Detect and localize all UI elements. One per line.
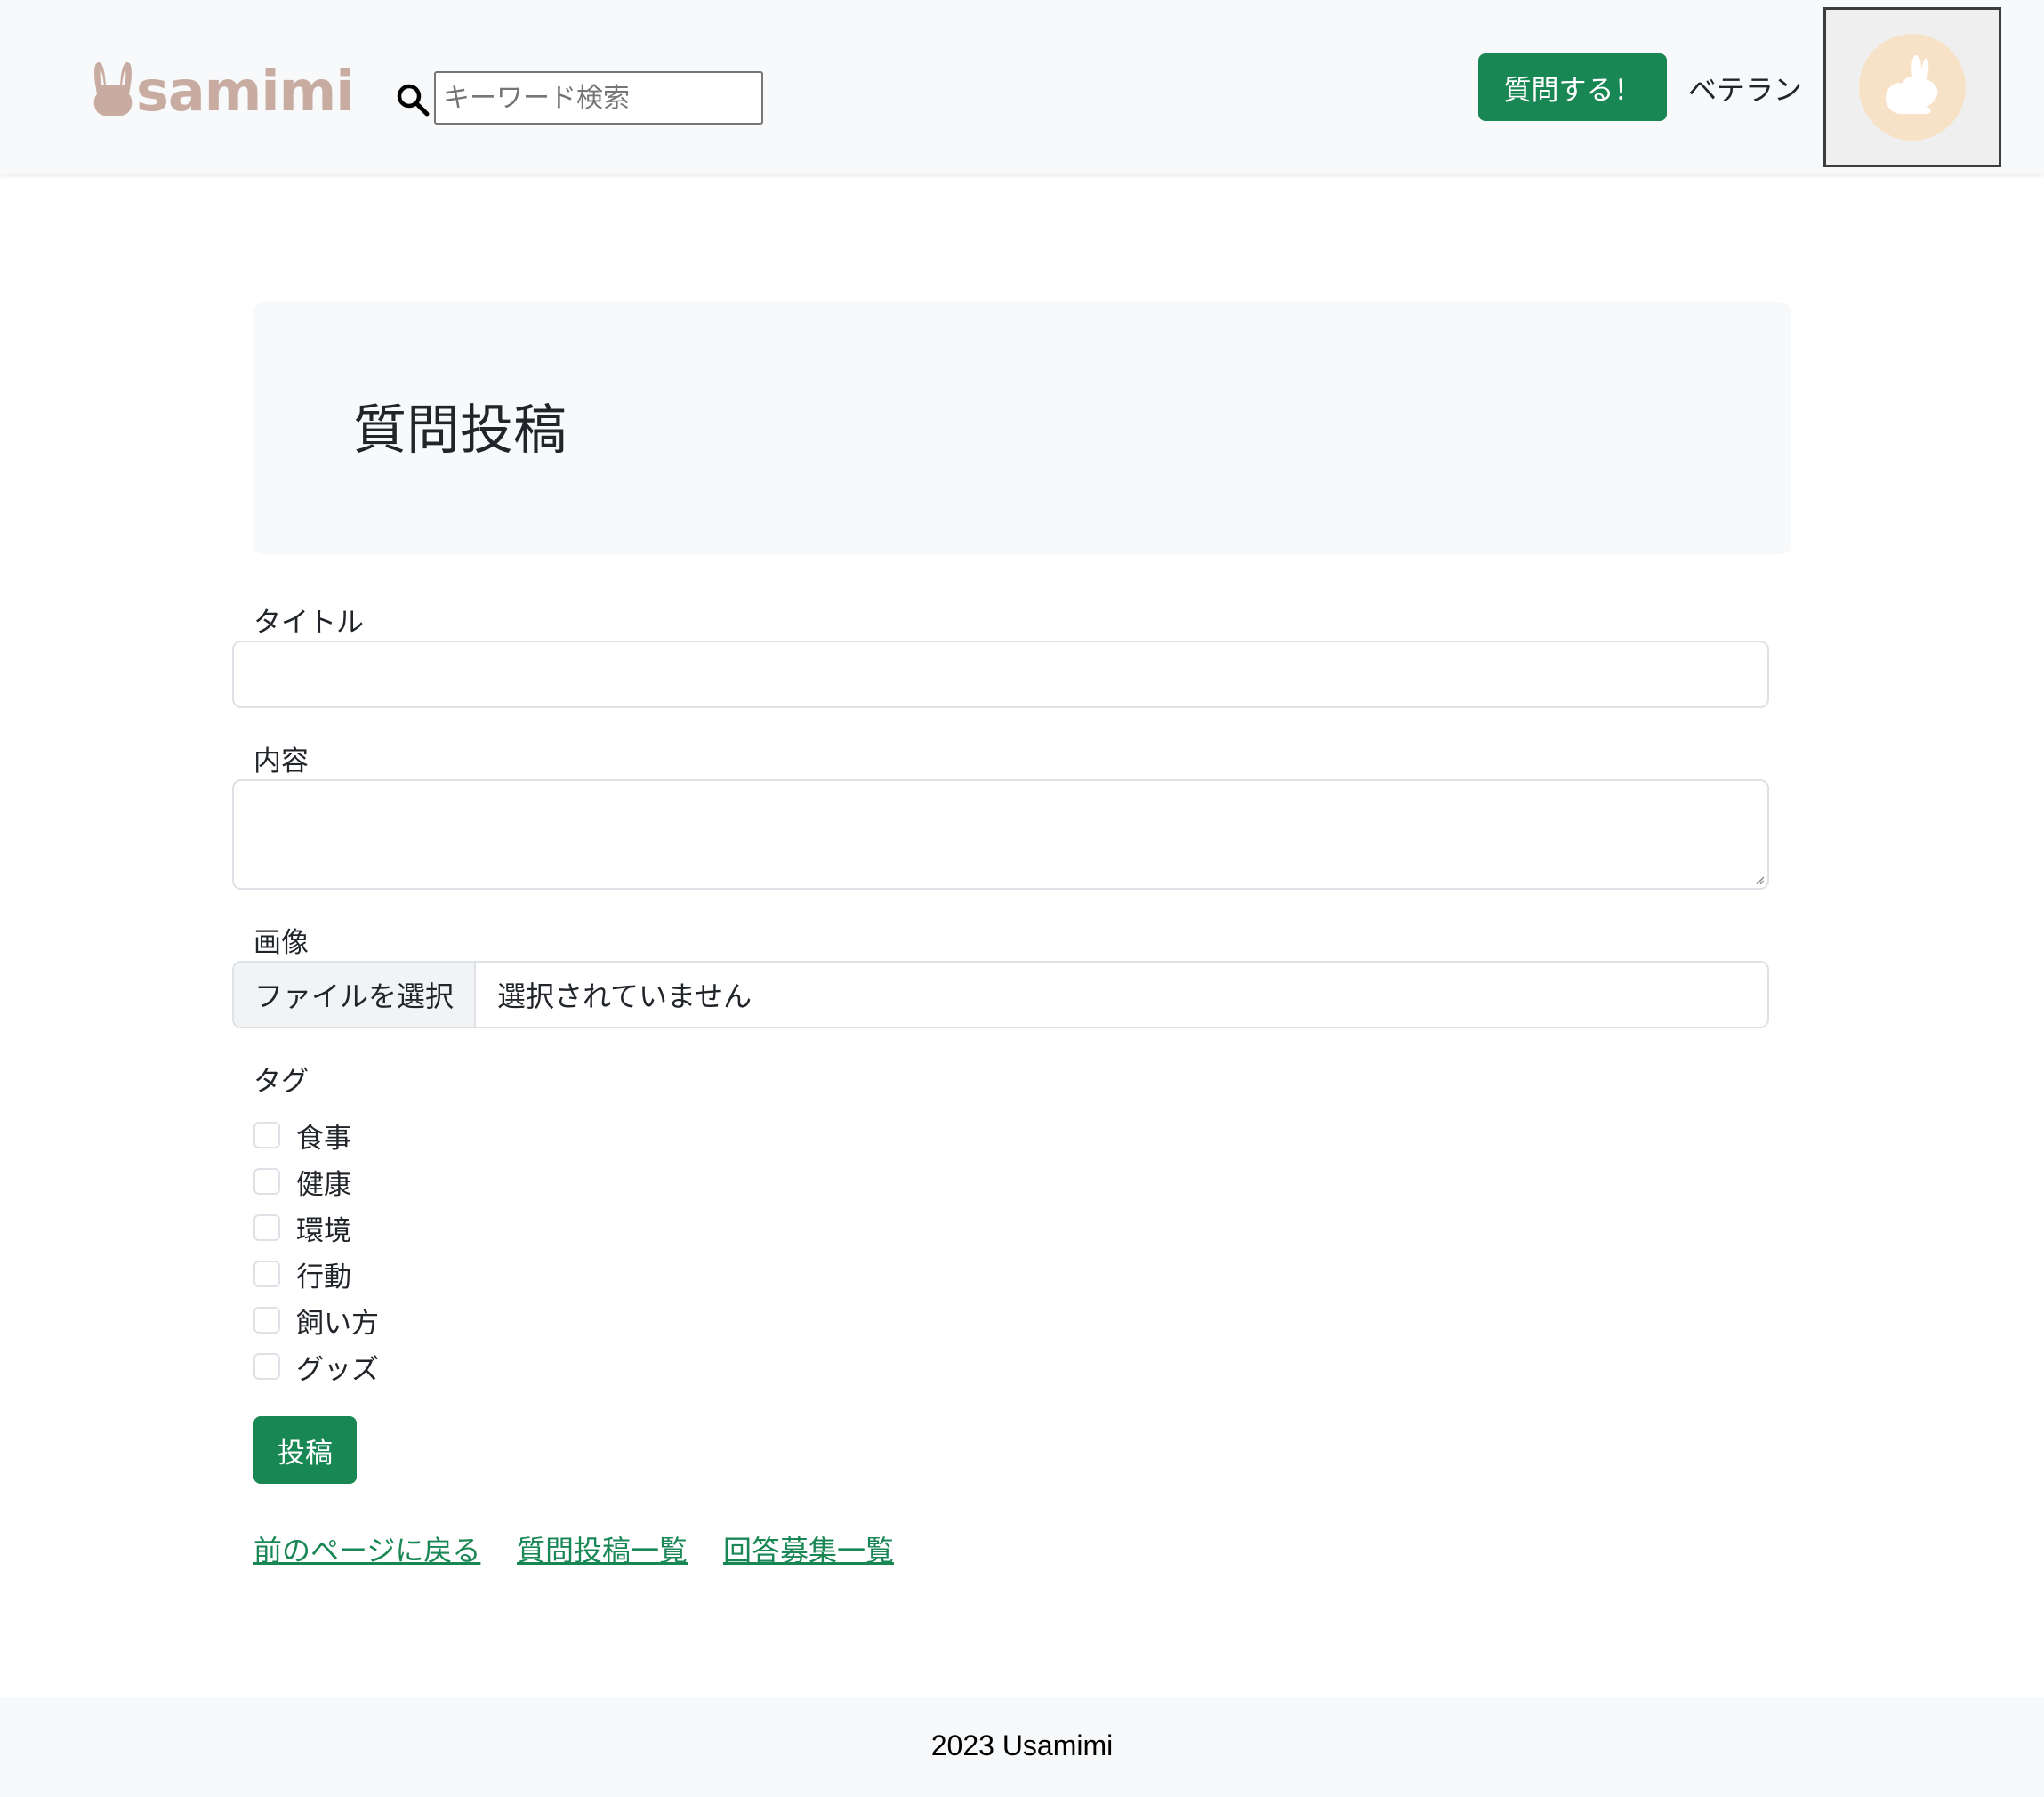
tag-checkbox[interactable]	[253, 1214, 280, 1241]
tag-label: タグ	[253, 1066, 309, 1098]
tag-option-food[interactable]: 食事	[253, 1117, 351, 1155]
tag-option-label: 環境	[296, 1214, 351, 1247]
tag-checkbox[interactable]	[253, 1168, 280, 1195]
avatar-circle	[1859, 34, 1966, 141]
search-input[interactable]	[434, 71, 763, 125]
title-input[interactable]	[232, 641, 1769, 708]
username-link[interactable]: ベテラン	[1688, 68, 1802, 109]
tag-checkbox[interactable]	[253, 1353, 280, 1380]
ask-question-button[interactable]: 質問する！	[1478, 53, 1667, 121]
tag-option-environment[interactable]: 環境	[253, 1210, 351, 1247]
tag-option-label: 健康	[296, 1168, 351, 1201]
avatar[interactable]	[1823, 7, 2001, 167]
footer-copyright: 2023 Usamimi	[930, 1729, 1114, 1761]
page-header: 質問投稿	[253, 302, 1791, 554]
tag-checkbox[interactable]	[253, 1261, 280, 1287]
ask-question-label: 質問する！	[1503, 74, 1642, 107]
content-label: 内容	[253, 745, 309, 778]
resize-handle-icon[interactable]	[1755, 875, 1764, 884]
tag-option-care[interactable]: 飼い方	[253, 1302, 379, 1340]
logo-text: samimi	[136, 59, 354, 124]
page-title: 質問投稿	[353, 399, 567, 462]
title-label: タイトル	[253, 607, 364, 639]
submit-button[interactable]: 投稿	[253, 1416, 357, 1484]
image-file-input[interactable]: ファイルを選択 選択されていません	[232, 961, 1769, 1028]
back-link[interactable]: 前のページに戻る	[253, 1528, 480, 1569]
bunny-logo-icon	[93, 62, 133, 116]
submit-label: 投稿	[278, 1437, 333, 1470]
choose-file-button[interactable]: ファイルを選択	[234, 963, 476, 1027]
content-textarea[interactable]	[232, 779, 1769, 890]
site-logo[interactable]: samimi	[92, 55, 354, 124]
search-icon	[397, 84, 430, 117]
tag-checkbox[interactable]	[253, 1307, 280, 1334]
image-label: 画像	[253, 927, 309, 959]
tag-option-label: 飼い方	[296, 1307, 379, 1340]
navbar: samimi 質問する！ ベテラン	[0, 0, 2044, 174]
answer-recruit-list-link[interactable]: 回答募集一覧	[723, 1528, 894, 1569]
tag-option-goods[interactable]: グッズ	[253, 1349, 379, 1386]
footer: 2023 Usamimi	[0, 1697, 2044, 1797]
tag-option-label: 行動	[296, 1261, 351, 1293]
tag-option-health[interactable]: 健康	[253, 1164, 351, 1201]
tag-option-label: グッズ	[296, 1353, 379, 1386]
file-status: 選択されていません	[497, 979, 752, 1013]
question-list-link[interactable]: 質問投稿一覧	[517, 1528, 688, 1569]
tag-option-label: 食事	[296, 1122, 351, 1155]
tag-option-behavior[interactable]: 行動	[253, 1256, 351, 1293]
tag-checkbox[interactable]	[253, 1122, 280, 1148]
choose-file-label: ファイルを選択	[253, 979, 454, 1013]
rabbit-icon	[1885, 55, 1938, 114]
